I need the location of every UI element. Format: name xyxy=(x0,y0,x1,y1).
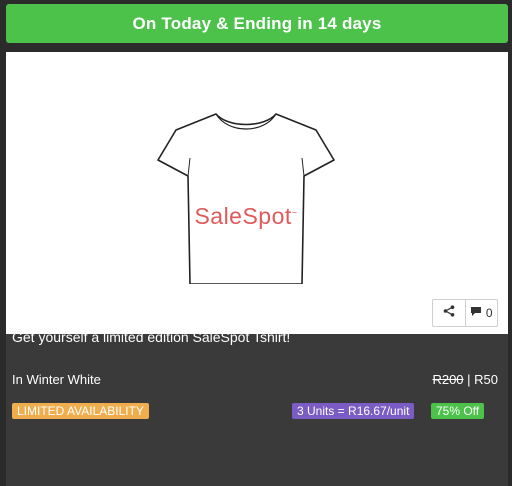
unit-price-badge: 3 Units = R16.67/unit xyxy=(292,403,415,419)
product-color: In Winter White xyxy=(12,372,101,387)
product-image[interactable]: SaleSpot~ 0 xyxy=(6,52,508,334)
share-button[interactable] xyxy=(433,300,465,326)
tshirt-brand-text: SaleSpot~ xyxy=(194,203,298,229)
comment-count: 0 xyxy=(485,306,493,320)
comment-icon xyxy=(470,304,482,322)
availability-badge: LIMITED AVAILABILITY xyxy=(12,403,149,419)
tshirt-graphic: SaleSpot~ xyxy=(156,108,336,284)
product-card[interactable]: SaleSpot~ 0 xyxy=(6,52,508,486)
image-actions: 0 xyxy=(432,299,498,327)
product-subtitle: Get yourself a limited edition SaleSpot … xyxy=(12,329,291,345)
share-icon xyxy=(443,304,455,322)
deal-timer-banner: On Today & Ending in 14 days xyxy=(6,4,508,43)
old-price: R200 xyxy=(432,372,464,387)
new-price: R50 xyxy=(474,372,498,387)
price: R200 | R50 xyxy=(432,372,498,387)
comment-button[interactable]: 0 xyxy=(464,300,498,326)
price-separator: | xyxy=(463,372,475,387)
discount-badge: 75% Off xyxy=(431,403,485,419)
product-title[interactable]: SaleSpot Limited Edition Tshirts xyxy=(12,296,334,320)
